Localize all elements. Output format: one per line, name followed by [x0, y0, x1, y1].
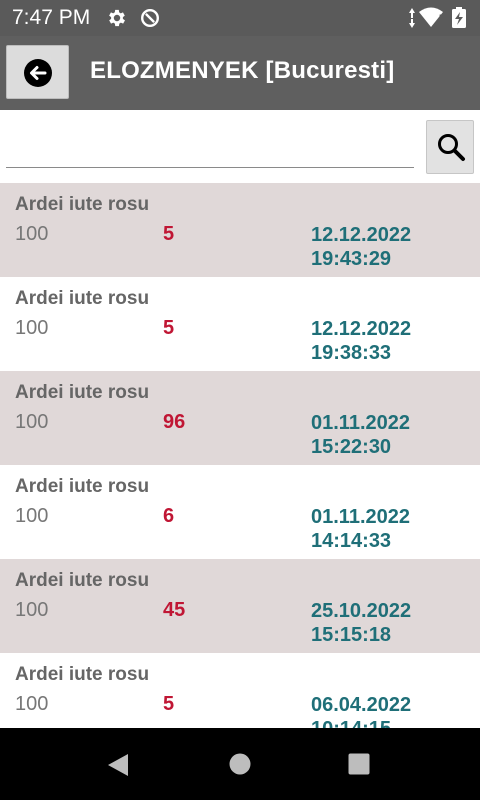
list-item[interactable]: Ardei iute rosu 100 96 01.11.2022 15:22:…: [0, 371, 480, 465]
search-button[interactable]: [426, 120, 474, 174]
product-name: Ardei iute rosu: [15, 664, 150, 685]
time-value: 15:22:30: [311, 436, 392, 458]
history-list[interactable]: Ardei iute rosu 100 5 12.12.2022 19:43:2…: [0, 183, 480, 728]
product-name: Ardei iute rosu: [15, 288, 150, 309]
timestamp: 12.12.2022 19:38:33: [311, 317, 411, 365]
timestamp: 01.11.2022 15:22:30: [311, 411, 410, 459]
price-value: 100: [15, 505, 49, 527]
product-name: Ardei iute rosu: [15, 570, 150, 591]
app-screen: 7:47 PM 5 ELOZMENYEK [Bucuresti] Ardei i…: [0, 0, 480, 800]
price-value: 100: [15, 223, 49, 245]
search-input[interactable]: [6, 128, 414, 168]
gear-icon: [109, 9, 125, 27]
time-value: 14:14:33: [311, 530, 392, 552]
battery-charging-icon: [452, 7, 466, 28]
nav-recents-icon[interactable]: [348, 753, 370, 775]
quantity-value: 45: [163, 599, 186, 621]
list-item[interactable]: Ardei iute rosu 100 6 01.11.2022 14:14:3…: [0, 465, 480, 559]
date-value: 25.10.2022: [311, 600, 412, 622]
status-bar: 7:47 PM 5: [0, 0, 480, 36]
system-nav-bar: [0, 728, 480, 800]
list-item[interactable]: Ardei iute rosu 100 5 12.12.2022 19:38:3…: [0, 277, 480, 371]
time-value: 10:14:15: [311, 717, 411, 728]
data-arrows-icon: [409, 8, 415, 28]
nav-home-icon[interactable]: [229, 753, 251, 775]
date-value: 06.04.2022: [311, 694, 412, 716]
list-item[interactable]: Ardei iute rosu 100 45 25.10.2022 15:15:…: [0, 559, 480, 653]
quantity-value: 5: [163, 693, 175, 715]
network-badge: 5: [438, 13, 444, 23]
time-value: 19:43:29: [311, 248, 392, 270]
quantity-value: 6: [163, 505, 175, 527]
price-value: 100: [15, 411, 49, 433]
product-name: Ardei iute rosu: [15, 194, 150, 215]
arrow-left-icon: [24, 59, 52, 87]
sync-icon: [141, 9, 159, 27]
date-value: 01.11.2022: [311, 412, 410, 434]
status-time: 7:47 PM: [12, 6, 91, 29]
product-name: Ardei iute rosu: [15, 382, 150, 403]
nav-back-icon[interactable]: [106, 753, 130, 777]
timestamp: 12.12.2022 19:43:29: [311, 223, 411, 271]
price-value: 100: [15, 693, 49, 715]
price-value: 100: [15, 317, 49, 339]
page-title: ELOZMENYEK [Bucuresti]: [90, 57, 395, 84]
quantity-value: 5: [163, 223, 175, 245]
list-item[interactable]: Ardei iute rosu 100 5 12.12.2022 19:43:2…: [0, 183, 480, 277]
time-value: 15:15:18: [311, 624, 392, 646]
time-value: 19:38:33: [311, 342, 392, 364]
quantity-value: 96: [163, 411, 186, 433]
date-value: 01.11.2022: [311, 506, 410, 528]
date-value: 12.12.2022: [311, 224, 412, 246]
product-name: Ardei iute rosu: [15, 476, 150, 497]
timestamp: 25.10.2022 15:15:18: [311, 599, 411, 647]
list-item[interactable]: Ardei iute rosu 100 5 06.04.2022 10:14:1…: [0, 653, 480, 728]
quantity-value: 5: [163, 317, 175, 339]
timestamp: 06.04.2022 10:14:15: [311, 693, 411, 728]
app-header: ELOZMENYEK [Bucuresti]: [0, 36, 480, 110]
price-value: 100: [15, 599, 49, 621]
back-button[interactable]: [6, 45, 69, 99]
date-value: 12.12.2022: [311, 318, 412, 340]
timestamp: 01.11.2022 14:14:33: [311, 505, 410, 553]
magnifier-icon: [438, 134, 465, 161]
